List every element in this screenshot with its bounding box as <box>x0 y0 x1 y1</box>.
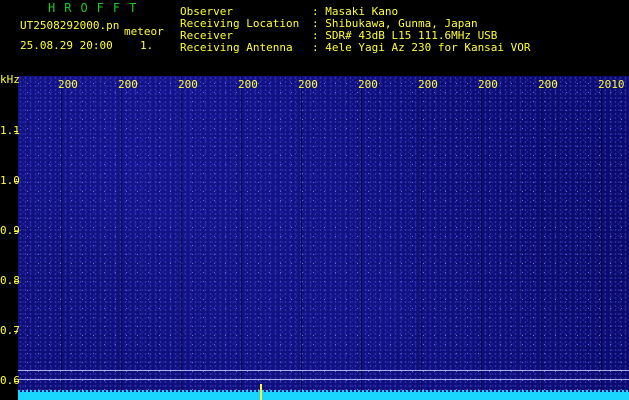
time-gridline <box>601 76 602 400</box>
meteor-count: 1. <box>140 39 154 52</box>
header-panel: HROFFT UT2508292000.pn meteor 25.08.29 2… <box>0 0 629 74</box>
x-tick-label: 200 <box>478 78 498 91</box>
x-tick-label: 200 <box>358 78 378 91</box>
y-axis-unit: kHz <box>0 73 20 86</box>
app-brand: HROFFT <box>48 1 146 15</box>
y-tick-mark <box>14 281 18 282</box>
x-tick-label: 200 <box>538 78 558 91</box>
reference-line-lower <box>18 379 629 380</box>
x-tick-label: 2010 <box>598 78 625 91</box>
y-tick-mark <box>14 181 18 182</box>
x-tick-label: 200 <box>298 78 318 91</box>
x-tick-label: 200 <box>238 78 258 91</box>
file-name: UT2508292000.pn <box>20 19 120 32</box>
x-tick-label: 200 <box>418 78 438 91</box>
meteor-label: meteor <box>124 25 164 38</box>
y-tick-mark <box>14 131 18 132</box>
x-tick-label: 200 <box>58 78 78 91</box>
signal-level-baseline <box>18 392 629 400</box>
reference-line-upper <box>18 370 629 371</box>
time-gridline <box>181 76 182 400</box>
meteor-echo-spike <box>260 384 262 400</box>
time-gridline <box>481 76 482 400</box>
time-gridline <box>361 76 362 400</box>
y-tick-mark <box>14 331 18 332</box>
x-tick-label: 200 <box>178 78 198 91</box>
time-gridline <box>301 76 302 400</box>
y-tick-mark <box>14 231 18 232</box>
time-gridline <box>541 76 542 400</box>
time-gridline <box>421 76 422 400</box>
field-antenna-label: Receiving Antenna <box>180 41 293 54</box>
spectrogram-noise <box>18 76 629 400</box>
datetime: 25.08.29 20:00 <box>20 39 113 52</box>
field-antenna-value: : 4ele Yagi Az 230 for Kansai VOR <box>312 41 531 54</box>
x-tick-label: 200 <box>118 78 138 91</box>
time-gridline <box>241 76 242 400</box>
time-gridline <box>121 76 122 400</box>
y-tick-mark <box>14 381 18 382</box>
spectrogram-plot <box>18 76 629 400</box>
time-gridline <box>61 76 62 400</box>
